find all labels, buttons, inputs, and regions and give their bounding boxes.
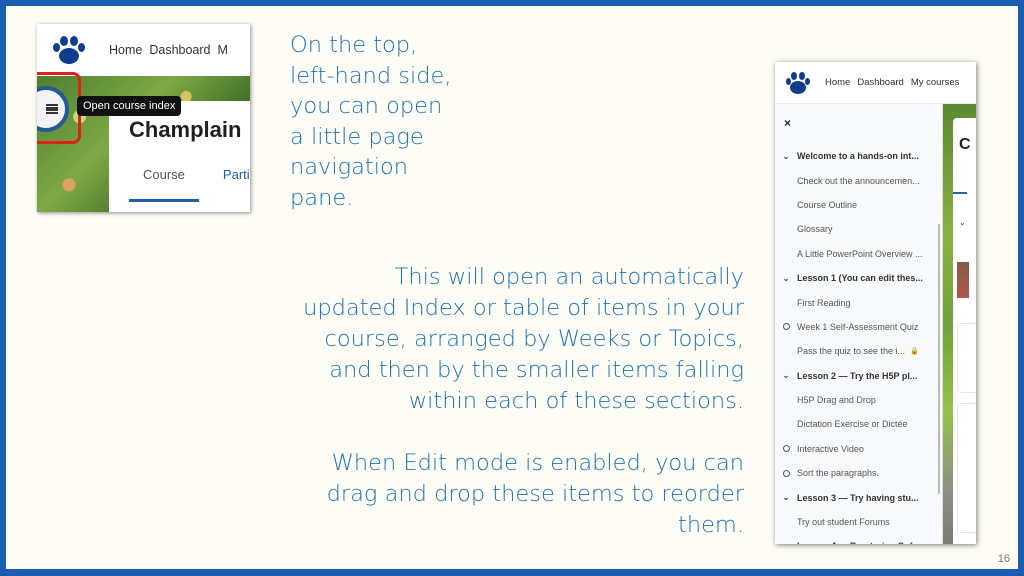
nav-dashboard[interactable]: Dashboard xyxy=(857,77,903,88)
course-content-card: C ⌄ xyxy=(953,118,976,544)
chevron-down-icon[interactable]: ⌄ xyxy=(775,274,797,283)
index-text: This will open an automatically updated … xyxy=(246,262,744,417)
item-label: Lesson 4 — Proctoring Sof... xyxy=(797,541,920,544)
course-index-section[interactable]: ⌄Lesson 4 — Proctoring Sof... xyxy=(775,534,942,544)
completion-circle-icon xyxy=(775,445,797,453)
item-label: A Little PowerPoint Overview ... xyxy=(797,248,923,259)
tab-course[interactable]: Course xyxy=(129,167,199,202)
course-index-item[interactable]: Course Outline xyxy=(775,193,942,217)
nav-home[interactable]: Home xyxy=(109,43,142,57)
index-line: course, arranged by Weeks or Topics, xyxy=(324,326,744,352)
course-index-section[interactable]: ⌄ Lesson 2 — Try the H5P pl... xyxy=(775,364,942,388)
index-line: This will open an automatically xyxy=(394,264,744,290)
course-index-screenshot: Home Dashboard My courses C ⌄ × ⌄ Welcome… xyxy=(775,62,976,544)
edit-line: them. xyxy=(678,512,744,538)
course-index-item[interactable]: Check out the announcemen... xyxy=(775,168,942,192)
chevron-down-icon[interactable]: ⌄ xyxy=(775,371,797,380)
nav-home[interactable]: Home xyxy=(825,77,850,88)
chevron-down-icon[interactable]: ⌄ xyxy=(775,542,797,544)
completion-circle-icon xyxy=(775,469,797,477)
course-index-item[interactable]: Glossary xyxy=(775,217,942,241)
item-label: Week 1 Self-Assessment Quiz xyxy=(797,321,919,332)
chevron-down-icon[interactable]: ⌄ xyxy=(775,493,797,502)
course-index-item[interactable]: A Little PowerPoint Overview ... xyxy=(775,242,942,266)
course-index-section[interactable]: ⌄ Lesson 1 (You can edit thes... xyxy=(775,266,942,290)
nav-my-courses[interactable]: M xyxy=(218,43,228,57)
paw-logo-icon xyxy=(51,34,87,66)
course-image xyxy=(957,262,969,298)
course-index-item[interactable]: Pass the quiz to see the i... 🔒 xyxy=(775,339,942,363)
index-line: and then by the smaller items falling xyxy=(329,357,744,383)
tab-participants[interactable]: Participa xyxy=(223,167,250,182)
item-label: Lesson 1 (You can edit thes... xyxy=(797,273,923,284)
close-icon[interactable]: × xyxy=(784,116,791,130)
course-index-item[interactable]: First Reading xyxy=(775,290,942,314)
top-navbar: Home Dashboard M xyxy=(37,24,250,76)
course-title-partial: C xyxy=(959,136,971,153)
item-label: Dictation Exercise or Dictée xyxy=(797,419,908,430)
highlight-box xyxy=(37,72,81,144)
course-index-item[interactable]: Week 1 Self-Assessment Quiz xyxy=(775,315,942,339)
intro-line: navigation xyxy=(290,154,409,180)
course-index-item[interactable]: Sort the paragraphs. xyxy=(775,461,942,485)
active-tab-underline xyxy=(953,192,967,194)
scrollbar[interactable] xyxy=(938,224,940,494)
edit-text: When Edit mode is enabled, you can drag … xyxy=(246,448,744,541)
course-index-section[interactable]: ⌄ Welcome to a hands-on int... xyxy=(775,144,942,168)
course-index-item[interactable]: Dictation Exercise or Dictée xyxy=(775,412,942,436)
course-index-item[interactable]: Try out student Forums xyxy=(775,510,942,534)
index-line: within each of these sections. xyxy=(408,388,744,414)
top-navbar: Home Dashboard My courses xyxy=(775,62,976,104)
item-label: Lesson 3 — Try having stu... xyxy=(797,492,919,503)
tooltip: Open course index xyxy=(77,96,182,116)
item-label: Lesson 2 — Try the H5P pl... xyxy=(797,370,918,381)
intro-line: On the top, xyxy=(290,32,418,58)
intro-text: On the top, left-hand side, you can open… xyxy=(290,30,510,213)
lock-icon: 🔒 xyxy=(910,348,919,356)
course-index-list: ⌄ Welcome to a hands-on int... Check out t… xyxy=(775,144,942,544)
paw-logo-icon xyxy=(785,71,811,95)
course-page-screenshot: Home Dashboard M Champlain Course Partic… xyxy=(37,24,250,212)
completion-circle-icon xyxy=(775,323,797,331)
chevron-down-icon[interactable]: ⌄ xyxy=(959,218,966,227)
intro-line: pane. xyxy=(290,184,354,211)
activity-card xyxy=(957,403,976,533)
course-index-item[interactable]: H5P Drag and Drop xyxy=(775,388,942,412)
item-label: Sort the paragraphs. xyxy=(797,468,880,479)
item-label: First Reading xyxy=(797,297,851,308)
index-line: updated Index or table of items in your xyxy=(303,295,744,321)
course-index-section[interactable]: ⌄ Lesson 3 — Try having stu... xyxy=(775,485,942,509)
item-label: Welcome to a hands-on int... xyxy=(797,151,919,162)
nav-dashboard[interactable]: Dashboard xyxy=(149,43,210,57)
page-number: 16 xyxy=(997,553,1010,565)
item-label: Glossary xyxy=(797,224,833,235)
nav-my-courses[interactable]: My courses xyxy=(911,77,960,88)
chevron-down-icon[interactable]: ⌄ xyxy=(775,152,797,161)
slide: Home Dashboard M Champlain Course Partic… xyxy=(6,6,1018,569)
course-index-drawer: × ⌄ Welcome to a hands-on int... Check out… xyxy=(775,104,943,544)
item-label: Pass the quiz to see the i... xyxy=(797,346,906,357)
item-label: H5P Drag and Drop xyxy=(797,395,876,406)
activity-card xyxy=(957,323,976,393)
edit-line: drag and drop these items to reorder xyxy=(326,481,744,507)
course-title: Champlain xyxy=(129,117,242,142)
edit-line: When Edit mode is enabled, you can xyxy=(331,450,744,476)
course-index-item[interactable]: Interactive Video xyxy=(775,437,942,461)
item-label: Check out the announcemen... xyxy=(797,175,920,186)
course-header-card: Champlain Course Participa xyxy=(109,101,250,212)
intro-line: you can open xyxy=(290,93,443,119)
intro-line: a little page xyxy=(290,123,424,150)
item-label: Course Outline xyxy=(797,199,858,210)
intro-line: left-hand side, xyxy=(290,62,452,89)
item-label: Interactive Video xyxy=(797,443,864,454)
item-label: Try out student Forums xyxy=(797,517,890,528)
